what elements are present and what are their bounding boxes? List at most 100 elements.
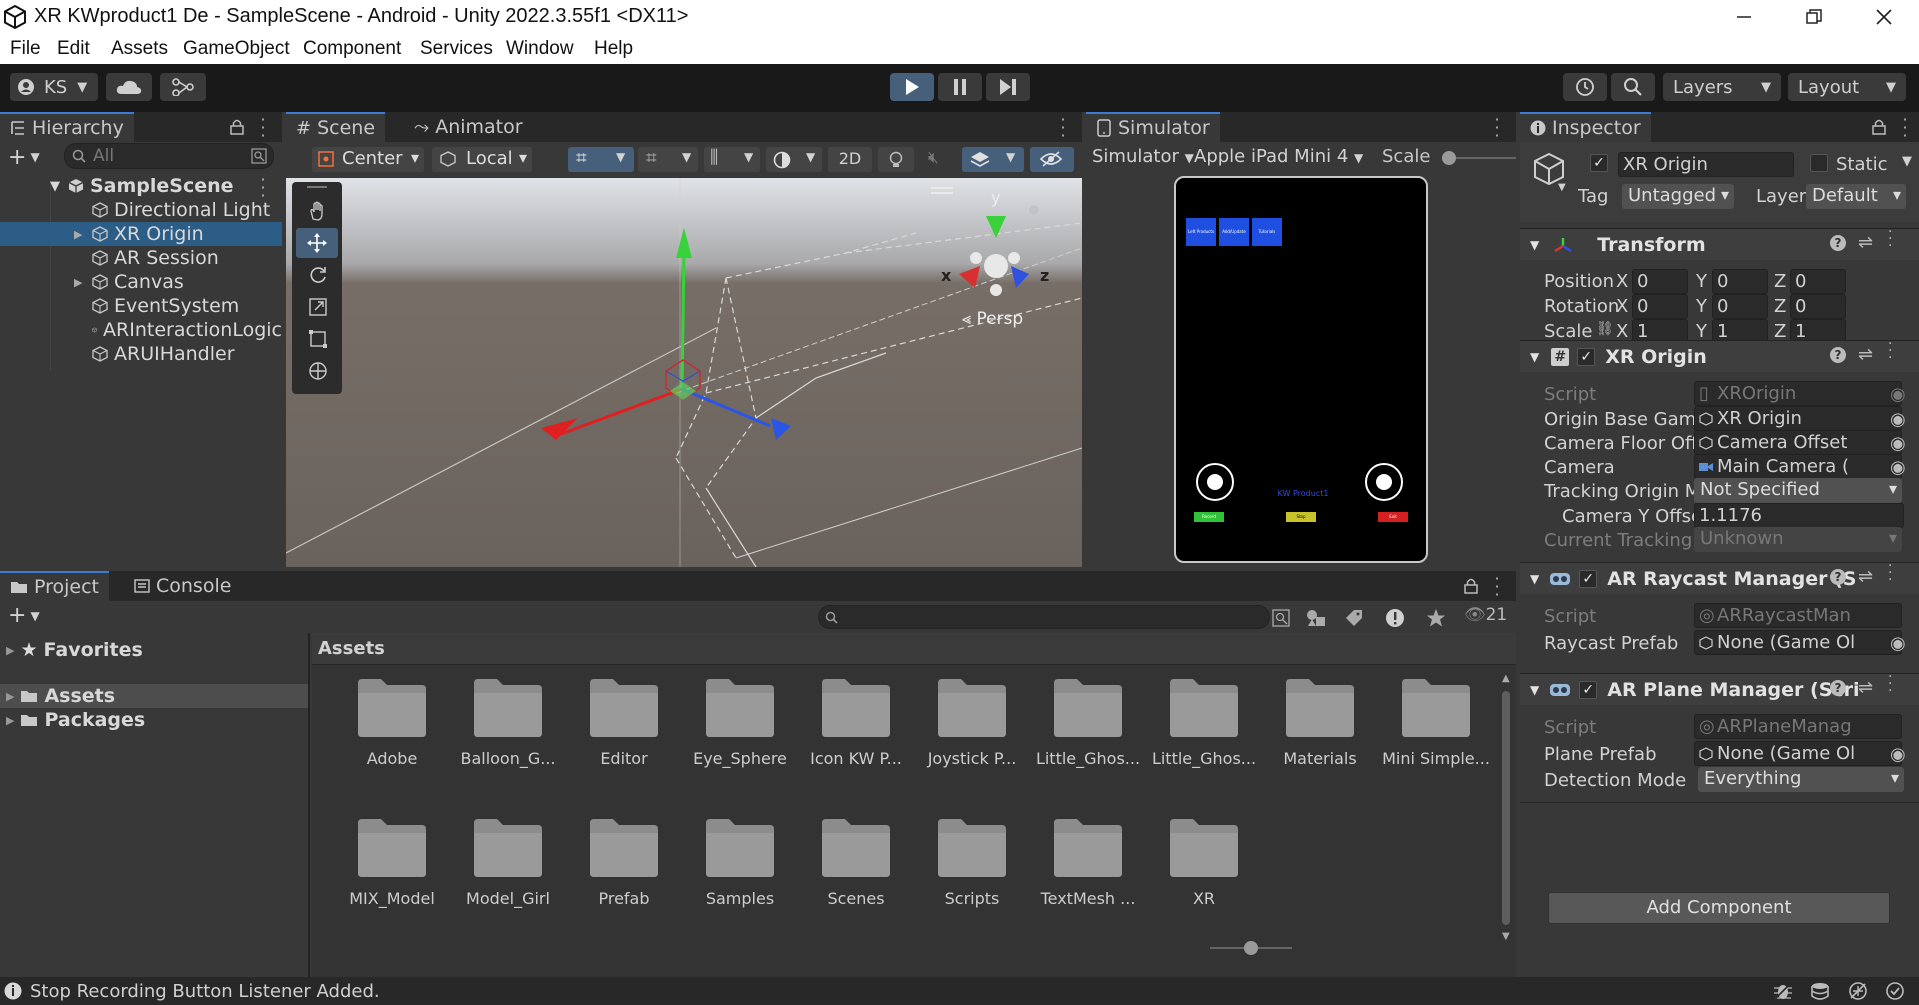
cache-server-icon[interactable] bbox=[1810, 982, 1830, 1000]
lock-icon[interactable] bbox=[230, 119, 244, 135]
top-button-3[interactable]: Tutorials bbox=[1252, 218, 1282, 246]
scene-search-icon[interactable] bbox=[251, 148, 267, 164]
component-menu-icon[interactable]: · · · bbox=[1888, 559, 1892, 587]
asset-folder[interactable]: TextMesh ... bbox=[1030, 817, 1146, 908]
cloud-button[interactable] bbox=[106, 73, 152, 101]
asset-folder[interactable]: MIX_Model bbox=[334, 817, 450, 908]
rotate-tool[interactable] bbox=[296, 260, 338, 290]
presets-icon[interactable]: ⇌ bbox=[1858, 344, 1873, 365]
asset-folder[interactable]: Materials bbox=[1262, 677, 1378, 768]
menu-gameobject[interactable]: GameObject bbox=[183, 38, 290, 60]
project-create-button[interactable]: + ▼ bbox=[8, 603, 40, 628]
xr-origin-enabled-checkbox[interactable]: ✓ bbox=[1577, 347, 1596, 366]
object-picker-icon[interactable]: ◉ bbox=[1890, 384, 1906, 405]
presets-icon[interactable]: ⇌ bbox=[1858, 677, 1873, 698]
asset-folder[interactable]: Little_Ghos... bbox=[1030, 677, 1146, 768]
tab-hierarchy[interactable]: Hierarchy bbox=[0, 112, 134, 142]
asset-folder[interactable]: XR bbox=[1146, 817, 1262, 908]
asset-folder[interactable]: Scripts bbox=[914, 817, 1030, 908]
rect-tool[interactable] bbox=[296, 324, 338, 354]
stop-button[interactable]: Stop bbox=[1286, 512, 1316, 522]
object-picker-icon[interactable]: ◉ bbox=[1890, 633, 1906, 654]
tab-simulator[interactable]: Simulator bbox=[1086, 112, 1220, 142]
component-menu-icon[interactable]: · · · bbox=[1888, 670, 1892, 698]
floor-offset-field[interactable]: Camera Offset bbox=[1694, 430, 1902, 455]
search-scope-icon[interactable] bbox=[1272, 609, 1290, 627]
component-menu-icon[interactable]: · · · bbox=[1888, 225, 1892, 253]
static-dropdown-icon[interactable]: ▼ bbox=[1902, 154, 1912, 169]
help-icon[interactable]: ? bbox=[1830, 680, 1846, 696]
tag-dropdown[interactable]: Untagged bbox=[1622, 184, 1734, 209]
top-button-1[interactable]: Left Products bbox=[1186, 218, 1216, 246]
layer-dropdown[interactable]: Default bbox=[1806, 184, 1906, 209]
effects-toggle[interactable]: ▼ bbox=[962, 147, 1024, 172]
menu-file[interactable]: File bbox=[10, 38, 41, 60]
zoom-slider-handle[interactable] bbox=[1244, 941, 1258, 955]
tab-console[interactable]: Console bbox=[124, 571, 241, 601]
scene-menu-icon[interactable]: · · · bbox=[258, 172, 268, 204]
hierarchy-item[interactable]: AR Session bbox=[0, 246, 282, 270]
object-picker-icon[interactable]: ◉ bbox=[1890, 457, 1906, 478]
minimize-button[interactable] bbox=[1716, 0, 1772, 34]
object-picker-icon[interactable]: ◉ bbox=[1890, 433, 1906, 454]
lock-icon[interactable] bbox=[1872, 119, 1886, 135]
detection-mode-dropdown[interactable]: Everything bbox=[1698, 767, 1904, 792]
transform-y-field[interactable]: 0 bbox=[1712, 269, 1768, 294]
2d-toggle[interactable]: 2D bbox=[828, 147, 872, 172]
expand-arrow-icon[interactable]: ▶ bbox=[74, 276, 82, 289]
plane-enabled-checkbox[interactable]: ✓ bbox=[1579, 680, 1598, 699]
hierarchy-item[interactable]: ARUIHandler bbox=[0, 342, 282, 366]
scene-menu-icon[interactable]: · · · bbox=[1058, 112, 1068, 144]
presets-icon[interactable]: ⇌ bbox=[1858, 232, 1873, 253]
hierarchy-menu-icon[interactable]: · · · bbox=[258, 112, 268, 144]
asset-breadcrumb[interactable]: Assets bbox=[318, 638, 385, 659]
asset-folder[interactable]: Model_Girl bbox=[450, 817, 566, 908]
asset-scrollbar[interactable]: ▲ ▼ bbox=[1500, 673, 1512, 943]
render-mode-button[interactable]: ⫼ ▼ bbox=[704, 147, 760, 172]
scene-root[interactable]: ▼ SampleScene bbox=[50, 174, 234, 198]
left-joystick[interactable] bbox=[1196, 463, 1234, 501]
network-icon[interactable] bbox=[1848, 981, 1868, 1001]
space-dropdown[interactable]: Local bbox=[432, 147, 532, 172]
menu-services[interactable]: Services bbox=[420, 38, 493, 60]
tab-scene[interactable]: # Scene bbox=[286, 112, 386, 142]
object-name-field[interactable]: XR Origin bbox=[1618, 152, 1794, 177]
asset-folder[interactable]: Eye_Sphere bbox=[682, 677, 798, 768]
plane-prefab-field[interactable]: None (Game Ol bbox=[1694, 741, 1902, 766]
debug-bug-icon[interactable] bbox=[1773, 982, 1793, 1000]
move-tool[interactable] bbox=[296, 228, 338, 258]
pause-button[interactable] bbox=[938, 73, 982, 101]
hierarchy-item[interactable]: Directional Light bbox=[0, 198, 282, 222]
record-button[interactable]: Record bbox=[1194, 512, 1224, 522]
constrain-link-icon[interactable]: ⛓︎ bbox=[1596, 321, 1614, 337]
object-picker-icon[interactable]: ◉ bbox=[1890, 409, 1906, 430]
packages-tree-item[interactable]: ▶ Packages bbox=[6, 708, 145, 732]
status-message[interactable]: Stop Recording Button Listener Added. bbox=[30, 981, 380, 1002]
help-icon[interactable]: ? bbox=[1830, 347, 1846, 363]
hierarchy-item[interactable]: ARInteractionLogic bbox=[0, 318, 282, 342]
origin-base-field[interactable]: XR Origin bbox=[1694, 406, 1902, 431]
asset-folder[interactable]: Editor bbox=[566, 677, 682, 768]
right-joystick[interactable] bbox=[1365, 463, 1403, 501]
expand-arrow-icon[interactable]: ▶ bbox=[74, 228, 82, 241]
lock-icon[interactable] bbox=[1464, 578, 1478, 594]
static-checkbox[interactable] bbox=[1810, 154, 1828, 172]
asset-folder[interactable]: Little_Ghos... bbox=[1146, 677, 1262, 768]
asset-folder[interactable]: Scenes bbox=[798, 817, 914, 908]
grid-snap-button[interactable]: ⌗ ▼ bbox=[568, 147, 634, 172]
audio-toggle[interactable]: 🔇︎ bbox=[920, 147, 956, 172]
transform-z-field[interactable]: 0 bbox=[1790, 269, 1846, 294]
tab-animator[interactable]: ⤳ Animator bbox=[404, 112, 533, 142]
filter-by-type-icon[interactable] bbox=[1306, 609, 1326, 627]
history-button[interactable] bbox=[1563, 73, 1607, 101]
inspector-menu-icon[interactable]: · · · bbox=[1900, 112, 1910, 144]
favorite-star-icon[interactable] bbox=[1426, 608, 1446, 628]
tab-project[interactable]: Project bbox=[0, 571, 110, 601]
device-screen[interactable]: Left Products Add/Update Tutorials KW Pr… bbox=[1174, 176, 1428, 563]
search-button[interactable] bbox=[1611, 73, 1655, 101]
device-dropdown[interactable]: Apple iPad Mini 4 ▼ bbox=[1194, 146, 1363, 167]
asset-folder[interactable]: Joystick P... bbox=[914, 677, 1030, 768]
menu-help[interactable]: Help bbox=[594, 38, 633, 60]
scene-visibility-toggle[interactable] bbox=[1030, 147, 1074, 172]
tab-inspector[interactable]: Inspector bbox=[1520, 112, 1651, 142]
